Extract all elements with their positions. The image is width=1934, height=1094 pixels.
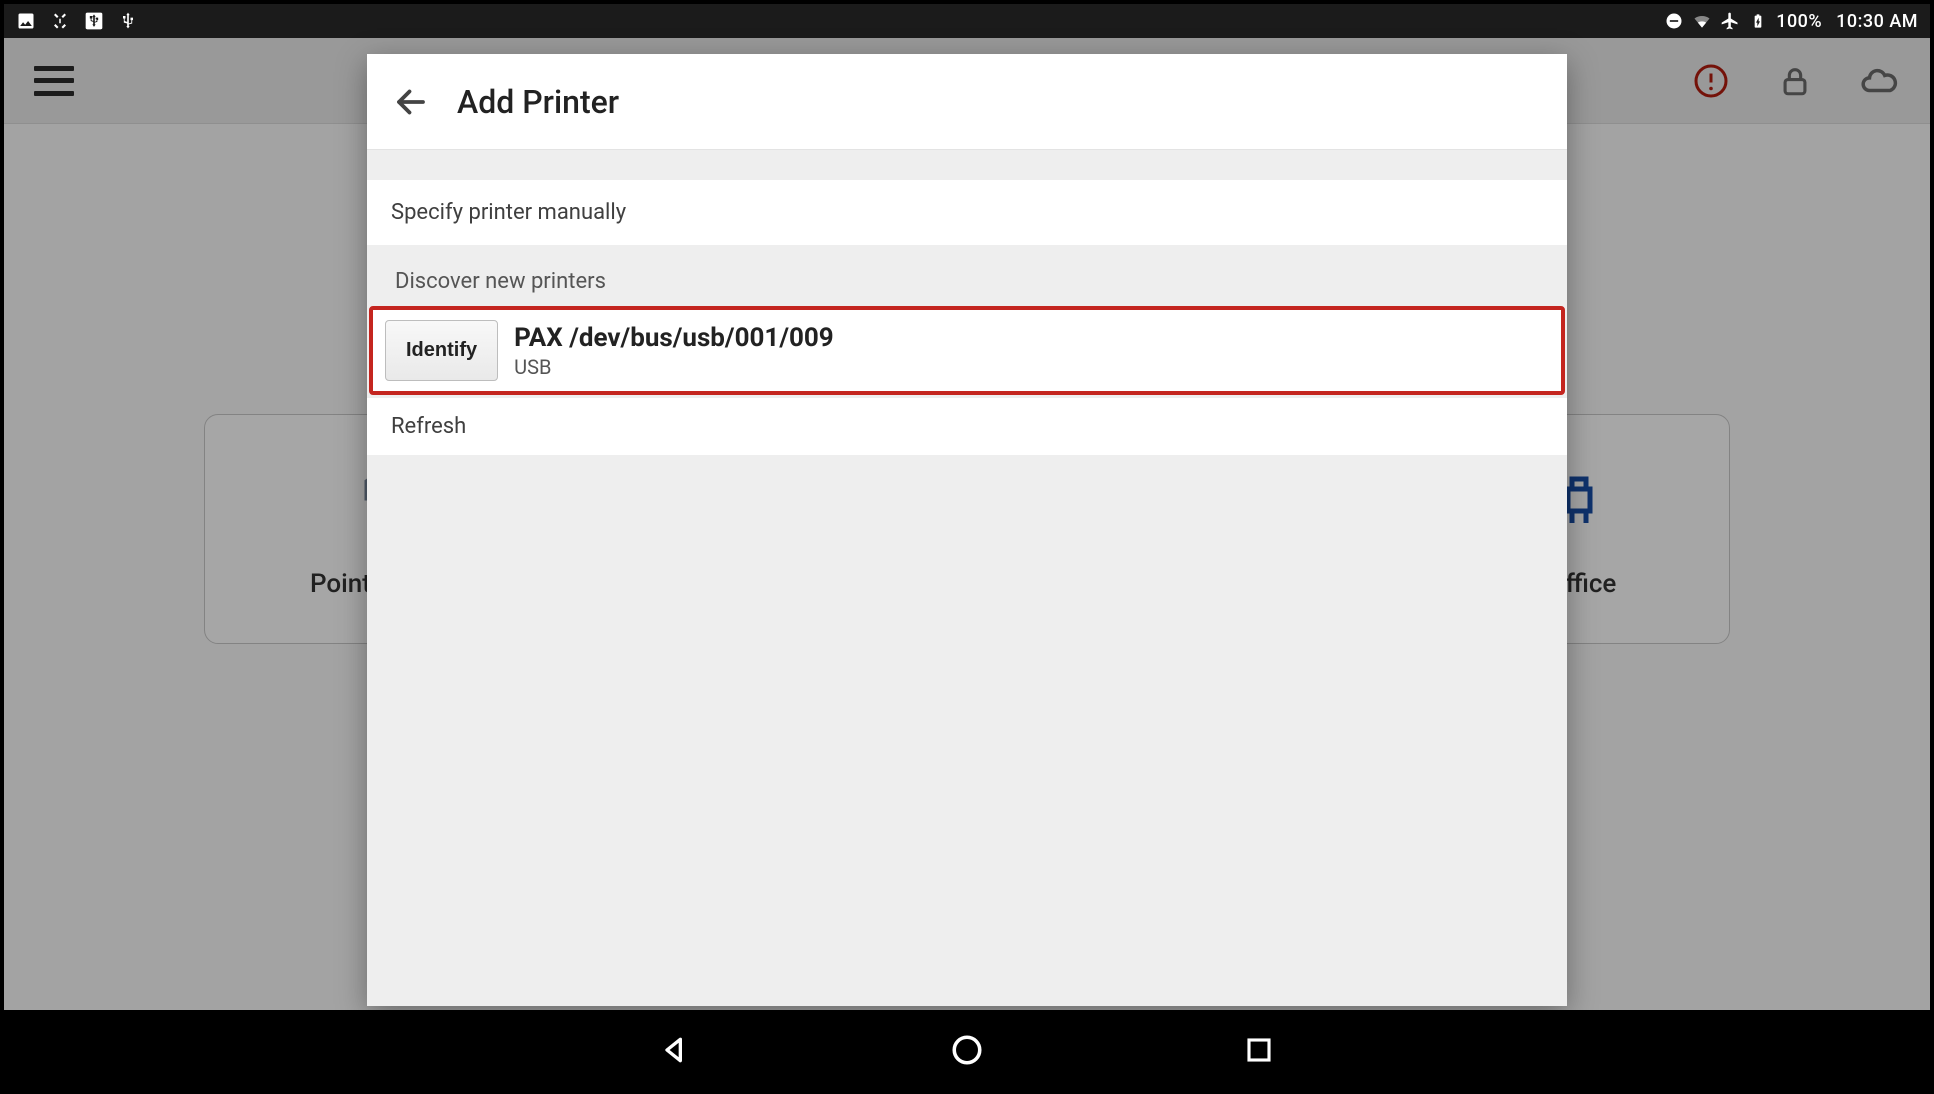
refresh-row[interactable]: Refresh — [367, 397, 1567, 455]
discover-section-header: Discover new printers — [367, 245, 1567, 306]
back-button[interactable] — [391, 82, 431, 122]
nav-home-button[interactable] — [946, 1029, 988, 1071]
printer-name: PAX /dev/bus/usb/001/009 — [514, 323, 834, 353]
image-icon — [16, 11, 36, 31]
add-printer-dialog: Add Printer Specify printer manually Dis… — [367, 54, 1567, 1006]
clock-time: 10:30 AM — [1836, 11, 1918, 32]
identify-button[interactable]: Identify — [385, 320, 498, 381]
airplane-mode-icon — [1720, 11, 1740, 31]
nav-recents-button[interactable] — [1238, 1029, 1280, 1071]
dialog-title: Add Printer — [457, 83, 619, 121]
crossed-swords-icon — [50, 11, 70, 31]
printer-connection-type: USB — [514, 355, 834, 379]
specify-manually-row[interactable]: Specify printer manually — [367, 180, 1567, 245]
usb-badge-icon — [84, 11, 104, 31]
discovered-printer-row[interactable]: Identify PAX /dev/bus/usb/001/009 USB — [369, 306, 1565, 395]
usb-icon — [118, 11, 138, 31]
battery-percent: 100% — [1776, 11, 1822, 32]
dialog-header: Add Printer — [367, 54, 1567, 150]
android-status-bar: 100% 10:30 AM — [4, 4, 1930, 38]
wifi-icon — [1692, 11, 1712, 31]
android-nav-bar — [4, 1010, 1930, 1090]
do-not-disturb-icon — [1664, 11, 1684, 31]
battery-charging-icon — [1748, 11, 1768, 31]
nav-back-button[interactable] — [654, 1029, 696, 1071]
